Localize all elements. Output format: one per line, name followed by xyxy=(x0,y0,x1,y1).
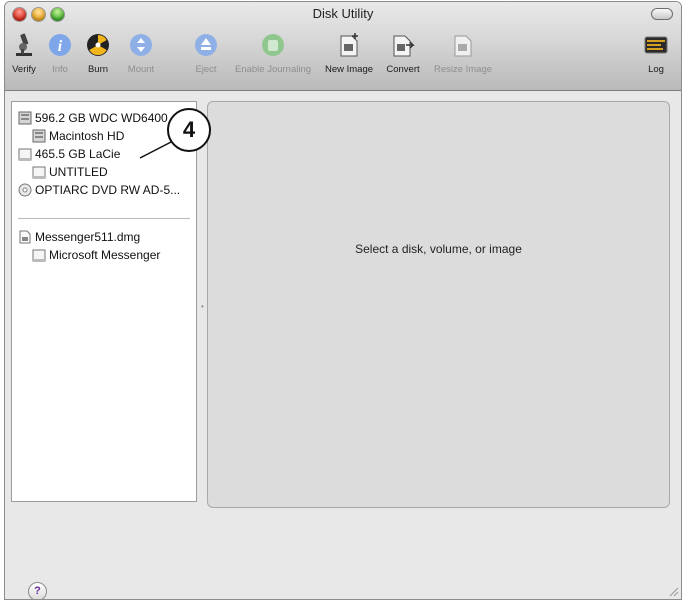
callout-badge: 4 xyxy=(167,108,211,152)
callout-leader-line xyxy=(139,140,174,159)
